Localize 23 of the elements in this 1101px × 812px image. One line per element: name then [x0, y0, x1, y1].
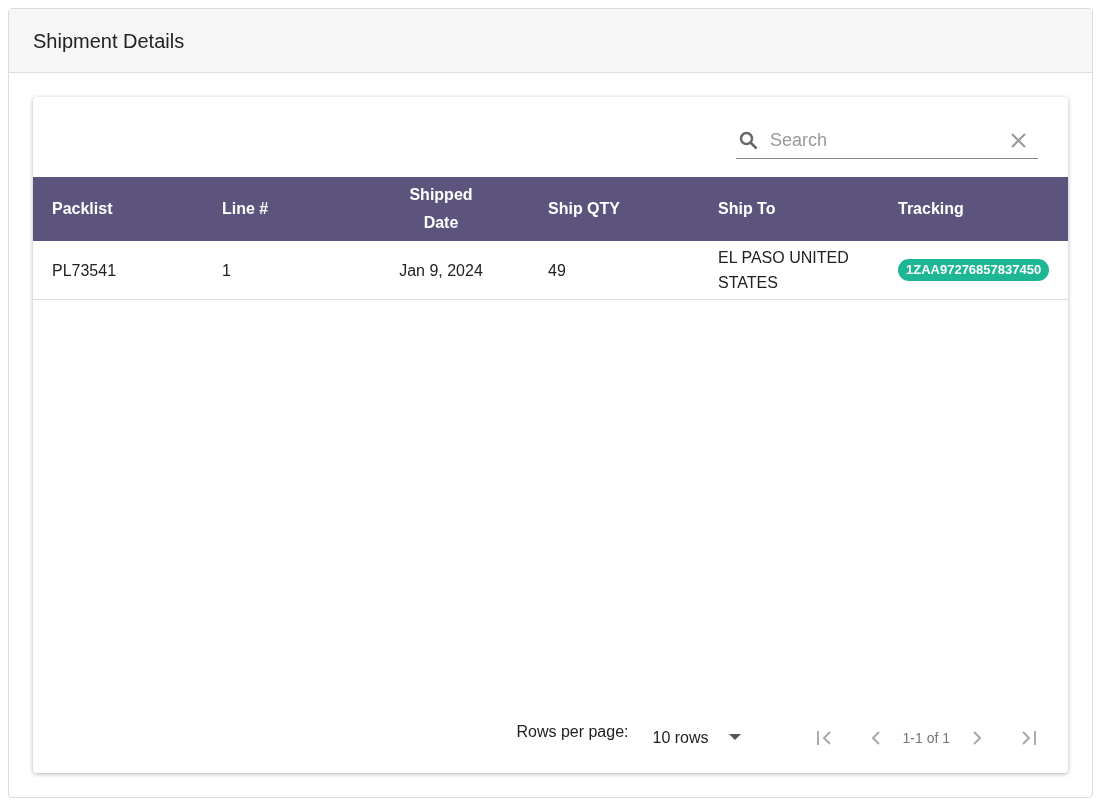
column-header[interactable]: Ship To [718, 197, 776, 221]
column-header[interactable]: Shipped Date [406, 181, 476, 237]
column-header[interactable]: Tracking [898, 197, 964, 221]
chevron-right-icon [973, 730, 981, 746]
search-icon [739, 131, 758, 150]
dropdown-caret-icon [728, 734, 741, 742]
panel-title: Shipment Details [33, 28, 185, 54]
column-header[interactable]: Line # [222, 197, 269, 221]
table-cell-text: 49 [548, 260, 566, 281]
close-icon[interactable] [1011, 133, 1026, 148]
rows-per-page-label: Rows per page: [516, 722, 629, 742]
page-range: 1-1 of 1 [902, 728, 950, 748]
table-cell-text: Jan 9, 2024 [399, 260, 483, 281]
column-header[interactable]: Packlist [52, 197, 113, 221]
first-page-icon [816, 730, 831, 746]
table-cell-text: PL73541 [52, 260, 117, 281]
last-page-icon [1022, 730, 1036, 746]
column-header[interactable]: Ship QTY [548, 197, 620, 221]
table-cell-text: EL PASO UNITED STATES [718, 248, 850, 293]
chevron-left-icon [871, 730, 880, 746]
search-field[interactable]: Search [736, 123, 1038, 159]
rows-per-page-select[interactable]: 10 rows [652, 726, 741, 750]
table-cell-text: 1 [222, 260, 231, 281]
